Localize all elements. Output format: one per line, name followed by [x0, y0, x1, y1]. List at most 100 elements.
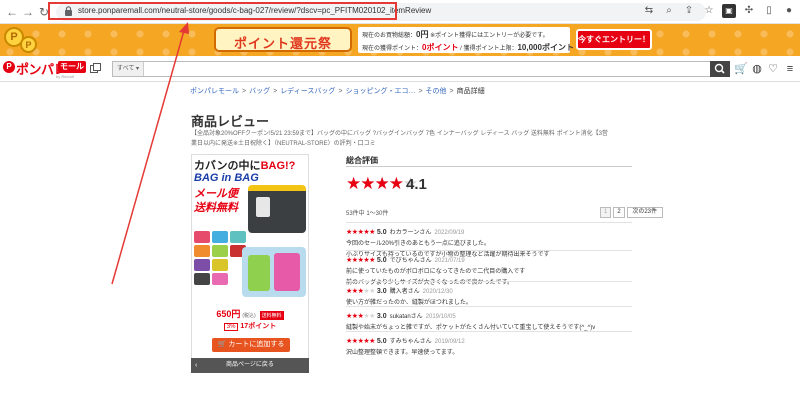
review-score: 5.0 [376, 257, 387, 264]
breadcrumb-item[interactable]: ポンパレモール [190, 88, 239, 95]
product-description[interactable]: 【全品対象20%OFFクーポン!5/21 23:59まで】バッグの中にバッグ ?… [191, 129, 611, 149]
search-bar[interactable]: すべて ▾ [112, 61, 730, 77]
banner-point-info: 現在のお買物総額：0円 ※ポイント獲得にはエントリーが必要です。 現在の獲得ポイ… [358, 27, 574, 53]
site-header: P ポンパレ モール by Recruit すべて ▾ 🛒 ◍ ♡ ≡ [0, 56, 800, 82]
review-score: 5.0 [376, 229, 387, 236]
zoom-icon[interactable]: ⌕ [662, 4, 676, 18]
bookmark-star-icon[interactable]: ☆ [702, 4, 716, 18]
puzzle-icon[interactable]: ✣ [742, 4, 756, 18]
review-text: 今回のセール20%引きのあともう一点に追びました。 [346, 241, 490, 247]
reviewer-name: sukatanさん [389, 314, 423, 320]
breadcrumb-item[interactable]: バッグ [249, 88, 270, 95]
cart-icon[interactable]: 🛒 [734, 62, 748, 76]
logo-icon[interactable]: P [3, 61, 15, 73]
review-stars: ★★★★★ [346, 288, 375, 295]
logo-subtitle: by Recruit [56, 74, 75, 79]
translate-icon[interactable]: ⇆ [642, 4, 656, 18]
breadcrumb-item[interactable]: ショッピング・エコ… [345, 88, 415, 95]
breadcrumb-current: 商品詳細 [456, 88, 485, 95]
reviewer-name: わカラーンさん [389, 230, 432, 236]
star-icon: ★ [374, 174, 390, 193]
review-score: 3.0 [376, 313, 387, 320]
coupon-icon[interactable]: ◍ [750, 62, 764, 76]
search-category-select[interactable]: すべて ▾ [113, 62, 144, 76]
next-page-button[interactable]: 次の23件 [626, 207, 663, 218]
entry-button[interactable]: 今すぐエントリー！ [576, 29, 652, 50]
coin-icon: P [20, 36, 37, 53]
point-rate-badge: 3% [223, 323, 239, 331]
search-category-label: すべて [117, 66, 135, 72]
search-button[interactable] [710, 61, 730, 77]
favorite-heart-icon[interactable]: ♡ [766, 62, 780, 76]
purchase-total-label: 現在のお買物総額： [362, 33, 417, 39]
forward-arrow-icon[interactable]: → [20, 4, 36, 20]
copy-icon[interactable] [90, 63, 101, 74]
browser-toolbar: ← → ↻ store.ponparemall.com/neutral-stor… [0, 0, 800, 24]
back-to-product-button[interactable]: ‹ 商品ページに戻る [191, 358, 309, 373]
review-date: 2022/09/19 [434, 230, 465, 236]
share-icon[interactable]: ⇪ [682, 4, 696, 18]
review-score: 3.0 [376, 288, 387, 295]
page-title: 商品レビュー [191, 114, 270, 129]
cart-icon: 🛒 [217, 341, 227, 348]
review-stars: ★★★★★ [346, 338, 375, 345]
review-stars: ★★★★★ [346, 257, 375, 264]
breadcrumb-item[interactable]: その他 [426, 88, 447, 95]
site-logo-mall[interactable]: モール [58, 61, 86, 73]
free-shipping-badge: 送料無料 [259, 310, 284, 320]
overall-score: 4.1 [406, 176, 427, 193]
extension-icon[interactable]: ▣ [722, 4, 736, 18]
divider [346, 166, 632, 167]
review-item: ★★★★★ 5.0 でびちゃんさん 2021/07/19 前に使っていたものがボロボロに… [346, 250, 632, 286]
star-icon: ★ [369, 288, 375, 295]
review-item: ★★★★★ 3.0 sukatanさん 2019/10/05 縫製や始末がちょっと雑です… [346, 306, 632, 331]
points-limit-value: 10,000ポイント [517, 43, 574, 52]
profile-icon[interactable]: ● [782, 4, 796, 18]
chevron-left-icon: ‹ [195, 362, 198, 369]
review-item: ★★★★★ 5.0 わカラーンさん 2022/09/19 今回のセール20%引きのあとも… [346, 222, 632, 258]
page-1-button[interactable]: 1 [600, 207, 612, 218]
product-image[interactable]: カバンの中にBAG!? BAG in BAG メール便 送料無料 [192, 155, 308, 301]
star-icon: ★ [369, 229, 375, 236]
star-icon: ★ [369, 338, 375, 345]
product-card: カバンの中にBAG!? BAG in BAG メール便 送料無料 650円 (税… [191, 154, 309, 373]
menu-icon[interactable]: ≡ [783, 62, 797, 76]
reviewer-name: でびちゃんさん [389, 258, 432, 264]
product-image-text: BAG in BAG [194, 172, 259, 184]
promo-banner[interactable]: P P ポイント還元祭 現在のお買物総額：0円 ※ポイント獲得にはエントリーが必… [0, 24, 800, 56]
review-date: 2020/12/30 [422, 289, 453, 295]
review-text: 前に使っていたものがボロボロになってきたので二代目の購入です [346, 269, 526, 275]
star-icon: ★ [369, 313, 375, 320]
back-arrow-icon[interactable]: ← [4, 4, 20, 20]
points-limit-label: / 獲得ポイント上限： [460, 46, 518, 52]
review-date: 2021/07/19 [434, 258, 465, 264]
add-to-cart-label: カートに追加する [228, 341, 285, 348]
reviewer-name: 購入者さん [389, 289, 420, 295]
star-icon: ★ [360, 174, 375, 193]
tax-label: (税込) [242, 313, 256, 319]
pagination: 1 2 次の23件 [600, 207, 663, 218]
product-image-text: 送料無料 [194, 202, 238, 214]
banner-title: ポイント還元祭 [233, 36, 332, 51]
star-icon: ★ [388, 174, 404, 193]
browser-actions: ⇆ ⌕ ⇪ ☆ ▣ ✣ ▯ ● [642, 4, 796, 18]
review-list: ★★★★★ 5.0 わカラーンさん 2022/09/19 今回のセール20%引きのあとも… [346, 222, 632, 356]
price-row: 650円 (税込) 送料無料 [192, 307, 308, 320]
point-value: 17ポイント [240, 323, 277, 330]
price: 650円 [216, 309, 241, 319]
review-count: 53件中 1〜30件 [346, 211, 389, 217]
review-text: 沢山整理整頓できます。早速使ってます。 [346, 350, 459, 356]
product-image-text: カバンの中にBAG!? [194, 160, 296, 172]
star-icon: ★ [346, 174, 361, 193]
add-to-cart-button[interactable]: 🛒 カートに追加する [212, 338, 290, 352]
purchase-total-value: 0円 [416, 30, 429, 39]
earned-points-value: 0ポイント [422, 43, 459, 52]
sidebar-icon[interactable]: ▯ [762, 4, 776, 18]
review-stars: ★★★★★ [346, 313, 375, 320]
page-2-button[interactable]: 2 [613, 207, 625, 218]
points-row: 3% 17ポイント [192, 321, 308, 331]
back-to-product-label: 商品ページに戻る [226, 362, 274, 368]
url-highlight-box [48, 2, 397, 20]
breadcrumb-item[interactable]: レディースバッグ [280, 88, 335, 95]
entry-note: ※ポイント獲得にはエントリーが必要です。 [430, 33, 549, 39]
